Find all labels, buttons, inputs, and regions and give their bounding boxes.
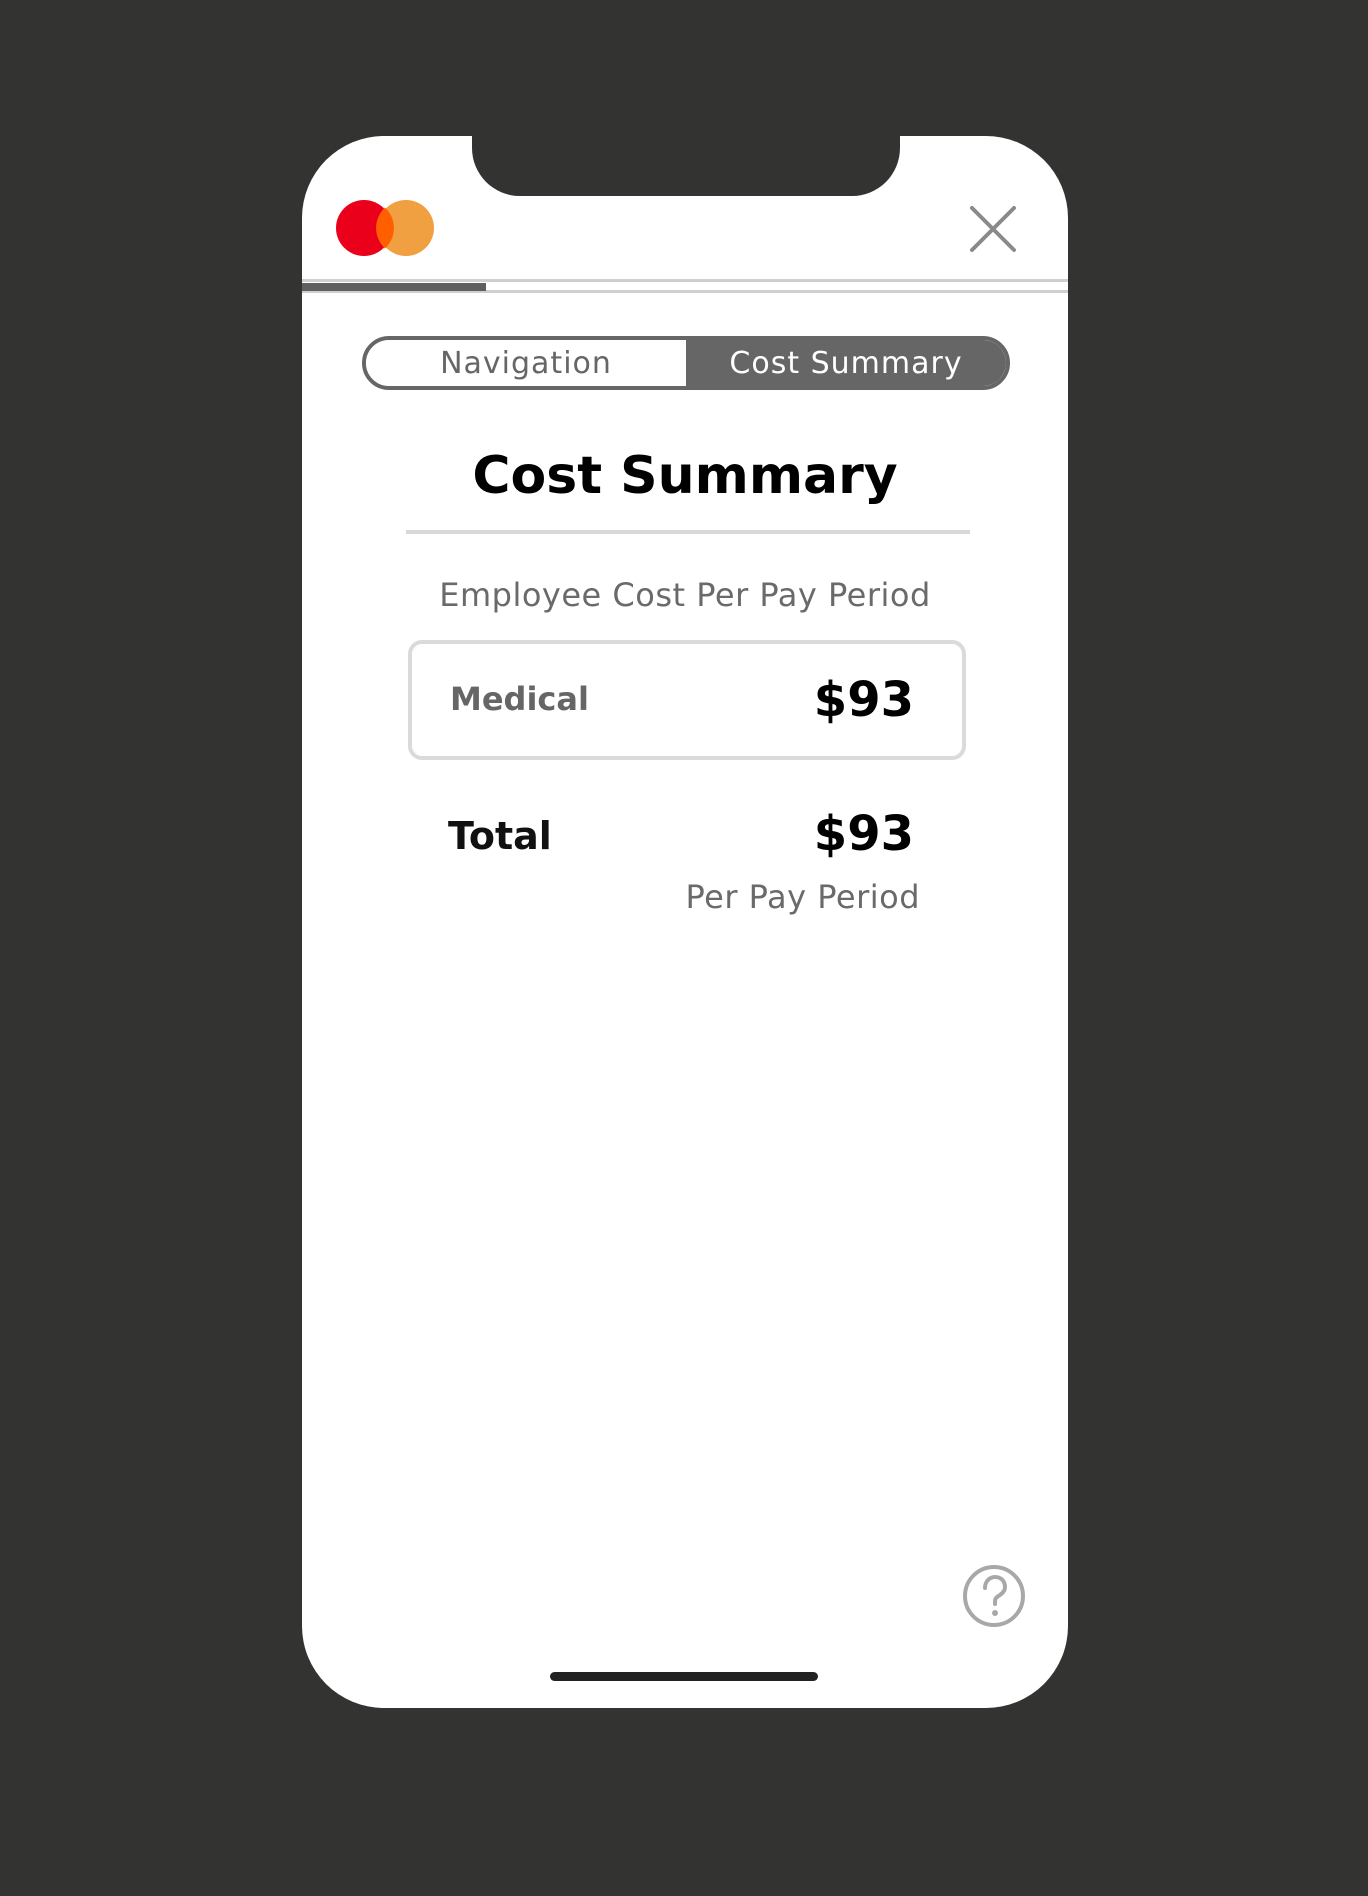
section-subtitle: Employee Cost Per Pay Period — [439, 576, 931, 614]
tab-cost-summary[interactable]: Cost Summary — [686, 340, 1006, 386]
view-toggle: Navigation Cost Summary — [362, 336, 1010, 390]
total-label: Total — [448, 814, 552, 858]
progress-bar-fill — [302, 283, 486, 291]
total-period-note: Per Pay Period — [685, 878, 920, 916]
page-title: Cost Summary — [472, 446, 898, 506]
total-value: $93 — [813, 806, 914, 862]
device-notch — [472, 136, 900, 196]
help-icon[interactable] — [962, 1564, 1026, 1628]
cost-item-medical: Medical $93 — [408, 640, 966, 760]
title-divider — [406, 530, 970, 534]
mastercard-logo-icon — [334, 196, 438, 260]
close-icon[interactable] — [968, 204, 1018, 254]
cost-item-value: $93 — [813, 672, 914, 728]
phone-screen: Navigation Cost Summary Cost Summary Emp… — [302, 136, 1068, 1708]
progress-bar — [302, 279, 1068, 293]
cost-item-label: Medical — [450, 680, 589, 718]
home-indicator — [550, 1672, 818, 1681]
tab-navigation[interactable]: Navigation — [366, 340, 686, 386]
